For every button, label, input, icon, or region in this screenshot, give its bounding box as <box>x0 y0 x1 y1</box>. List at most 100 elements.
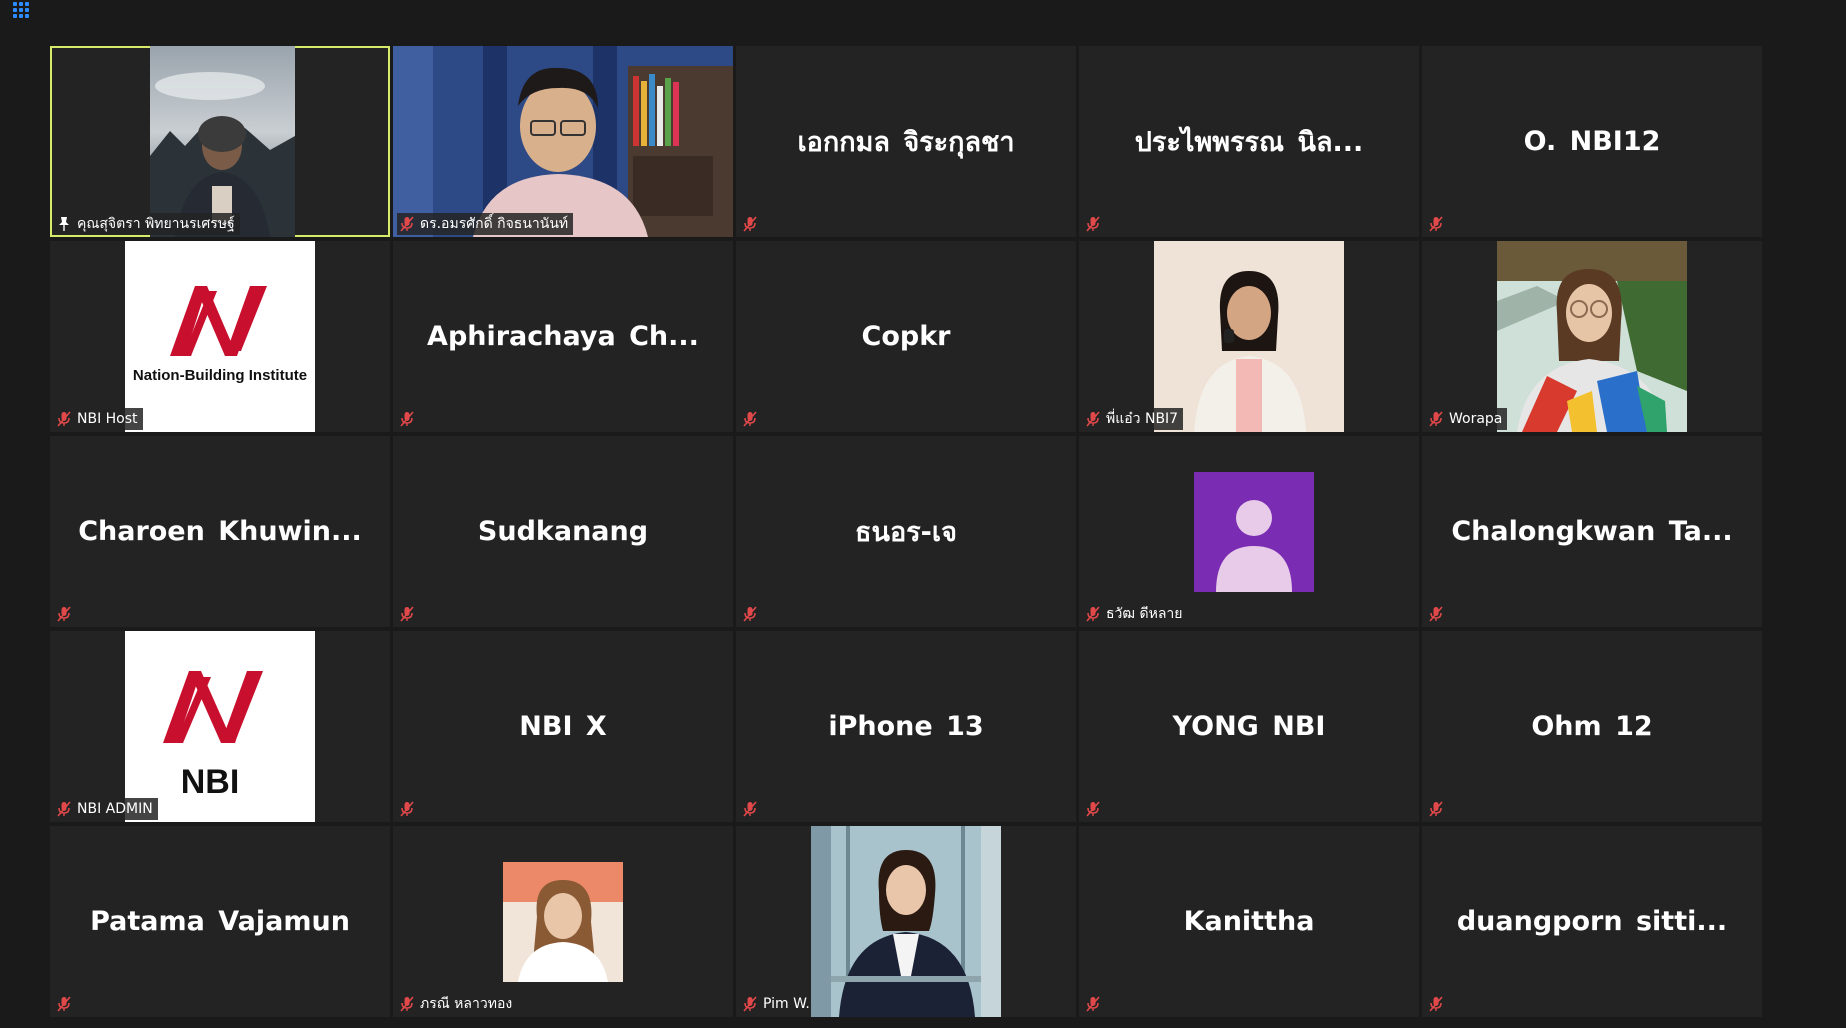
profile-photo <box>1497 241 1687 432</box>
mic-muted-icon <box>1086 411 1100 427</box>
mic-muted-icon <box>57 411 71 427</box>
participant-status <box>397 603 419 625</box>
participant-name-label: NBI Host <box>54 408 143 430</box>
mic-muted-icon <box>1429 996 1443 1012</box>
participant-display-name: Kanittha <box>1183 906 1315 937</box>
logo-caption: NBI <box>180 763 240 801</box>
participant-gallery: คุณสุจิตรา พิทยานรเศรษฐ์ ดร.อมรศักดิ์ กิ… <box>50 46 1762 1017</box>
participant-display-name: Aphirachaya Ch... <box>427 321 699 352</box>
participant-status <box>397 408 419 430</box>
mic-muted-icon <box>400 996 414 1012</box>
mic-muted-icon <box>743 216 757 232</box>
participant-display-name: Copkr <box>861 321 951 352</box>
participant-status <box>1083 213 1105 235</box>
participant-display-name: YONG NBI <box>1172 711 1326 742</box>
participant-status <box>1426 603 1448 625</box>
participant-status <box>397 798 419 820</box>
default-avatar-icon <box>1194 472 1314 592</box>
participant-tile[interactable]: ภรณี หลาวทอง <box>393 826 733 1017</box>
participant-tile[interactable]: Aphirachaya Ch... <box>393 241 733 432</box>
mic-muted-icon <box>1086 216 1100 232</box>
profile-photo <box>503 862 623 982</box>
mic-muted-icon <box>1086 606 1100 622</box>
participant-name-label: NBI ADMIN <box>54 798 158 820</box>
participant-display-name: O. NBI12 <box>1523 126 1661 157</box>
mic-muted-icon <box>1429 216 1443 232</box>
participant-tile[interactable]: Copkr <box>736 241 1076 432</box>
participant-status <box>54 993 76 1015</box>
top-bar <box>0 0 1846 46</box>
profile-photo <box>1154 241 1344 432</box>
mic-muted-icon <box>743 996 757 1012</box>
participant-status <box>740 213 762 235</box>
participant-tile[interactable]: duangporn sitti... <box>1422 826 1762 1017</box>
participant-name-label: พี่แอ๋ว NBI7 <box>1083 408 1184 430</box>
participant-display-name: NBI X <box>519 711 607 742</box>
participant-tile[interactable]: Chalongkwan Ta... <box>1422 436 1762 627</box>
participant-tile[interactable]: Nation-Building Institute NBI Host <box>50 241 390 432</box>
participant-name-label: ธวัฒ ดีหลาย <box>1083 603 1188 625</box>
profile-photo <box>811 826 1001 1017</box>
mic-muted-icon <box>57 606 71 622</box>
nbi-logo: Nation-Building Institute <box>125 241 315 432</box>
participant-tile[interactable]: ดร.อมรศักดิ์ กิจธนานันท์ <box>393 46 733 237</box>
participant-tile[interactable]: NBI X <box>393 631 733 822</box>
participant-tile[interactable]: ธวัฒ ดีหลาย <box>1079 436 1419 627</box>
participant-display-name: Chalongkwan Ta... <box>1451 516 1733 547</box>
pin-icon <box>59 217 69 231</box>
participant-display-name: ประไพพรรณ นิล... <box>1134 127 1364 158</box>
participant-tile[interactable]: คุณสุจิตรา พิทยานรเศรษฐ์ <box>50 46 390 237</box>
participant-tile[interactable]: Sudkanang <box>393 436 733 627</box>
participant-tile[interactable]: เอกกมล จิระกุลชา <box>736 46 1076 237</box>
mic-muted-icon <box>1086 801 1100 817</box>
participant-tile[interactable]: Charoen Khuwin... <box>50 436 390 627</box>
video-feed <box>393 46 733 237</box>
participant-name-label: ดร.อมรศักดิ์ กิจธนานันท์ <box>397 213 574 235</box>
participant-name-label: ภรณี หลาวทอง <box>397 993 517 1015</box>
nbi-logo: NBI <box>125 631 315 822</box>
participant-tile[interactable]: Pim W. <box>736 826 1076 1017</box>
mic-muted-icon <box>743 801 757 817</box>
mic-muted-icon <box>1429 801 1443 817</box>
mic-muted-icon <box>743 606 757 622</box>
mic-muted-icon <box>1429 606 1443 622</box>
participant-tile[interactable]: Patama Vajamun <box>50 826 390 1017</box>
participant-status <box>740 603 762 625</box>
participant-tile[interactable]: Ohm 12 <box>1422 631 1762 822</box>
participant-display-name: Patama Vajamun <box>90 906 350 937</box>
participant-tile[interactable]: พี่แอ๋ว NBI7 <box>1079 241 1419 432</box>
participant-display-name: Ohm 12 <box>1531 711 1653 742</box>
mic-muted-icon <box>1086 996 1100 1012</box>
participant-status <box>1426 993 1448 1015</box>
mic-muted-icon <box>57 996 71 1012</box>
participant-display-name: iPhone 13 <box>828 711 984 742</box>
grid-view-icon[interactable] <box>13 2 31 20</box>
participant-tile[interactable]: ประไพพรรณ นิล... <box>1079 46 1419 237</box>
participant-tile[interactable]: YONG NBI <box>1079 631 1419 822</box>
mic-muted-icon <box>400 606 414 622</box>
logo-caption: Nation-Building Institute <box>132 367 308 384</box>
mic-muted-icon <box>400 801 414 817</box>
video-feed <box>150 46 295 237</box>
participant-name-label: Pim W. <box>740 993 815 1015</box>
participant-display-name: Sudkanang <box>477 516 649 547</box>
participant-display-name: เอกกมล จิระกุลชา <box>797 127 1015 158</box>
mic-muted-icon <box>57 801 71 817</box>
participant-name-label: คุณสุจิตรา พิทยานรเศรษฐ์ <box>54 213 240 235</box>
participant-display-name: duangporn sitti... <box>1456 906 1728 937</box>
participant-tile[interactable]: ธนอร-เจ <box>736 436 1076 627</box>
participant-tile[interactable]: Kanittha <box>1079 826 1419 1017</box>
participant-status <box>740 408 762 430</box>
mic-muted-icon <box>743 411 757 427</box>
participant-tile[interactable]: Worapa <box>1422 241 1762 432</box>
mic-muted-icon <box>400 216 414 232</box>
mic-muted-icon <box>400 411 414 427</box>
participant-tile[interactable]: NBI NBI ADMIN <box>50 631 390 822</box>
participant-status <box>1426 798 1448 820</box>
participant-display-name: Charoen Khuwin... <box>78 516 362 547</box>
participant-tile[interactable]: O. NBI12 <box>1422 46 1762 237</box>
participant-status <box>740 798 762 820</box>
participant-name-label: Worapa <box>1426 408 1508 430</box>
participant-status <box>54 603 76 625</box>
participant-tile[interactable]: iPhone 13 <box>736 631 1076 822</box>
